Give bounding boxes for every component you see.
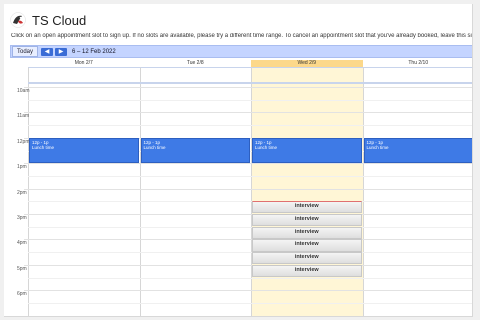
hour-line xyxy=(24,87,472,88)
half-hour-line xyxy=(28,277,472,279)
half-hour-line xyxy=(28,99,472,101)
all-day-cell[interactable] xyxy=(251,67,364,83)
all-day-cell[interactable] xyxy=(28,67,141,83)
time-label: 12pm xyxy=(17,138,30,145)
day-header: Wed 2/9 xyxy=(251,60,363,67)
half-hour-line xyxy=(28,201,472,203)
chevron-right-icon: ▶ xyxy=(58,48,64,55)
time-label: 1pm xyxy=(17,164,27,171)
hour-line xyxy=(24,290,472,292)
hour-line xyxy=(24,188,472,190)
all-day-separator xyxy=(28,82,472,84)
calendar-grid: Mon 2/7 Tue 2/8 Wed 2/9 Thu 2/10 10am 11am 12p… xyxy=(10,58,473,316)
time-label: 10am xyxy=(17,88,30,94)
day-column[interactable] xyxy=(251,84,364,316)
event-title: Lunch time xyxy=(32,145,55,151)
time-label: 2pm xyxy=(17,189,27,196)
interview-slot[interactable]: interview xyxy=(252,264,362,277)
lunch-event[interactable]: 12p - 1p Lunch time xyxy=(363,137,472,164)
time-label: 4pm xyxy=(17,240,27,247)
calendar-toolbar: Today ◀ ▶ 6 – 12 Feb 2022 xyxy=(10,45,472,58)
half-hour-line xyxy=(28,175,472,177)
time-label: 11am xyxy=(17,113,30,120)
lunch-event[interactable]: 12p - 1p Lunch time xyxy=(252,137,362,164)
day-header: Thu 2/10 xyxy=(408,60,429,66)
prev-week-button[interactable]: ◀ xyxy=(41,47,54,56)
chevron-left-icon: ◀ xyxy=(44,48,50,55)
interview-slot[interactable]: interview xyxy=(252,226,362,239)
half-hour-line xyxy=(28,226,472,228)
app-logo-icon xyxy=(10,12,26,28)
event-title: Lunch time xyxy=(143,145,166,151)
app-title: TS Cloud xyxy=(32,12,87,28)
day-header: Tue 2/8 xyxy=(186,60,204,66)
all-day-cell[interactable] xyxy=(362,67,472,83)
hour-line xyxy=(24,239,472,241)
hour-line xyxy=(24,214,472,215)
hour-line xyxy=(24,163,472,165)
hour-line xyxy=(24,264,472,266)
interview-slot[interactable]: interview xyxy=(252,201,362,214)
scheduler-panel: TS Cloud Click on an open appointment sl… xyxy=(4,4,473,317)
date-range-label: 6 – 12 Feb 2022 xyxy=(72,48,116,55)
time-label: 5pm xyxy=(17,265,27,272)
interview-slot[interactable]: interview xyxy=(252,214,362,227)
half-hour-line xyxy=(28,252,472,254)
all-day-cell[interactable] xyxy=(139,67,252,83)
lunch-event[interactable]: 12p - 1p Lunch time xyxy=(29,137,139,164)
day-header: Mon 2/7 xyxy=(74,60,93,66)
hour-line xyxy=(24,112,472,114)
time-label: 6pm xyxy=(17,291,27,298)
time-label: 3pm xyxy=(17,215,27,221)
interview-slot[interactable]: interview xyxy=(252,252,362,265)
app-header: TS Cloud xyxy=(10,10,86,30)
half-hour-line xyxy=(28,302,472,304)
instructions-text: Click on an open appointment slot to sig… xyxy=(11,33,473,39)
half-hour-line xyxy=(28,125,472,127)
event-title: Lunch time xyxy=(366,145,389,151)
today-button[interactable]: Today xyxy=(12,46,39,57)
interview-slot[interactable]: interview xyxy=(252,239,362,252)
day-column[interactable] xyxy=(362,84,473,316)
lunch-event[interactable]: 12p - 1p Lunch time xyxy=(140,137,250,164)
next-week-button[interactable]: ▶ xyxy=(55,47,68,56)
day-column[interactable] xyxy=(139,84,253,316)
day-column[interactable] xyxy=(28,84,141,316)
event-title: Lunch time xyxy=(255,145,278,151)
